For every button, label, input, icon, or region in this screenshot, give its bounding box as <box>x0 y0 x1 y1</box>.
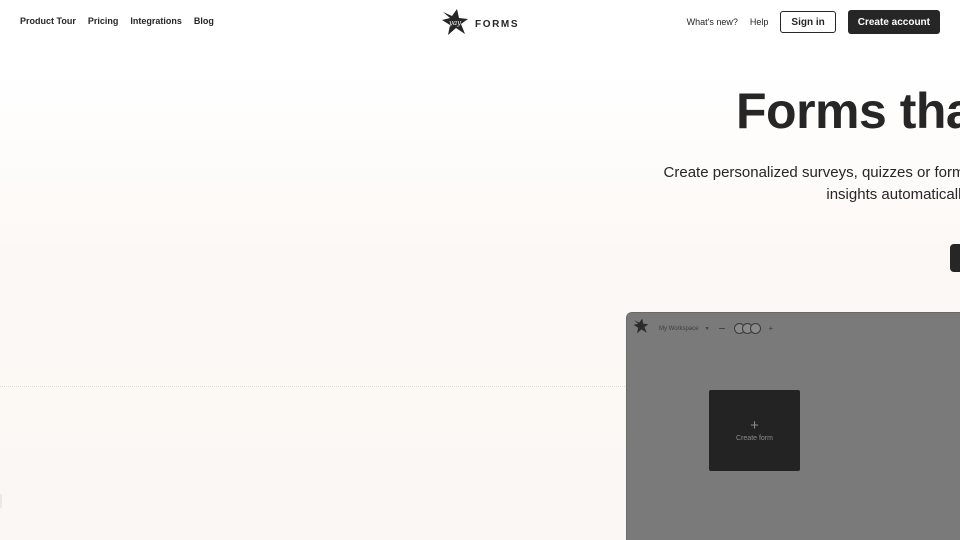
help-link[interactable]: Help <box>750 17 769 27</box>
logo-text: FORMS <box>475 19 520 30</box>
hero-subtitle: Create personalized surveys, quizzes or … <box>552 162 960 206</box>
yay-logo-icon: yay <box>441 8 469 41</box>
hero-title: Forms tha <box>736 83 960 139</box>
member-avatars[interactable] <box>733 323 761 334</box>
create-form-label: Create form <box>736 435 773 442</box>
app-preview: My Workspace ▼ + + Create form <box>626 312 960 540</box>
top-nav: Product Tour Pricing Integrations Blog y… <box>0 0 960 44</box>
nav-pricing[interactable]: Pricing <box>88 16 119 26</box>
add-member-icon[interactable]: + <box>769 324 774 333</box>
nav-integrations[interactable]: Integrations <box>130 16 182 26</box>
secondary-nav: What's new? Help Sign in Create account <box>687 10 940 34</box>
brand-logo[interactable]: yay FORMS <box>441 8 519 41</box>
hero-cta-button[interactable] <box>950 244 960 272</box>
create-account-button[interactable]: Create account <box>847 10 940 34</box>
workspace-label[interactable]: My Workspace <box>659 326 699 332</box>
separator <box>718 328 725 329</box>
preview-toolbar: My Workspace ▼ + <box>633 318 773 339</box>
svg-text:yay: yay <box>448 19 462 27</box>
create-form-card[interactable]: + Create form <box>709 390 800 471</box>
hero-subtitle-line-2: insights automatically, <box>826 186 960 203</box>
sign-in-button[interactable]: Sign in <box>780 11 836 33</box>
edge-decoration <box>0 494 2 508</box>
divider <box>0 386 625 387</box>
chevron-down-icon[interactable]: ▼ <box>705 326 710 332</box>
hero-subtitle-line-1: Create personalized surveys, quizzes or … <box>663 164 960 181</box>
nav-blog[interactable]: Blog <box>194 16 214 26</box>
primary-nav: Product Tour Pricing Integrations Blog <box>20 16 214 26</box>
plus-icon: + <box>750 417 759 434</box>
preview-logo-icon <box>633 318 649 339</box>
whats-new-link[interactable]: What's new? <box>687 17 738 27</box>
nav-product-tour[interactable]: Product Tour <box>20 16 76 26</box>
avatar <box>749 323 761 334</box>
